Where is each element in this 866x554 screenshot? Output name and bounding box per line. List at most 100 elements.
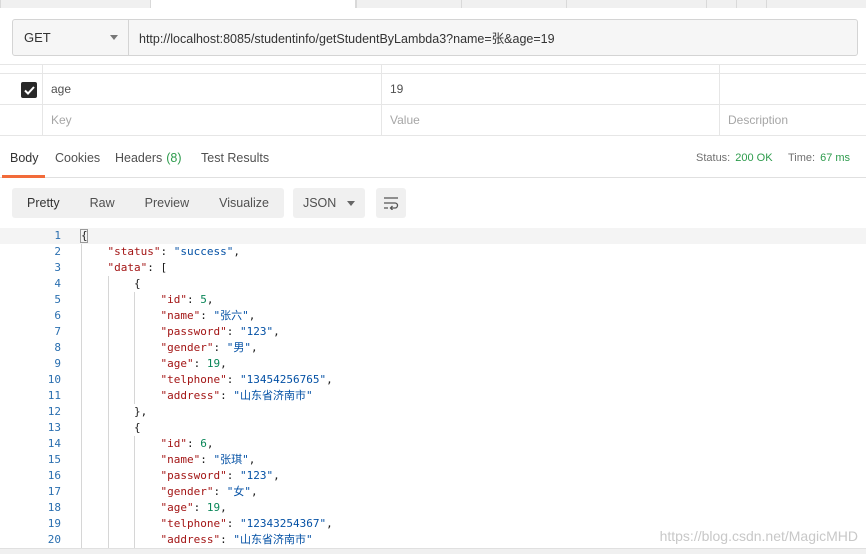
indent-guide bbox=[134, 388, 135, 404]
code-token: , bbox=[248, 309, 256, 322]
request-tab[interactable] bbox=[356, 0, 461, 8]
param-value-cell[interactable]: 19 bbox=[381, 74, 720, 104]
indent-guide bbox=[134, 340, 135, 356]
response-view-toolbar: Pretty Raw Preview Visualize JSON bbox=[12, 188, 406, 218]
param-description-cell[interactable] bbox=[719, 74, 866, 104]
status-value[interactable]: 200 OK bbox=[735, 152, 772, 164]
line-number: 11 bbox=[47, 389, 61, 402]
code-text: "age": 19, bbox=[161, 356, 227, 372]
url-input[interactable]: http://localhost:8085/studentinfo/getStu… bbox=[129, 20, 857, 55]
code-token: : bbox=[226, 469, 240, 482]
param-new-row: Key Value Description bbox=[0, 105, 866, 136]
indent-guide bbox=[134, 532, 135, 548]
code-text: { bbox=[134, 420, 141, 436]
code-text: "address": "山东省济南市" bbox=[161, 388, 313, 404]
param-key-cell[interactable]: age bbox=[42, 74, 382, 104]
code-token: : bbox=[193, 501, 207, 514]
indent-guide bbox=[107, 292, 109, 308]
indent-guide bbox=[81, 452, 82, 468]
code-token: , bbox=[248, 453, 256, 466]
indent-guide bbox=[107, 372, 109, 388]
view-mode-raw[interactable]: Raw bbox=[75, 188, 130, 218]
line-number: 12 bbox=[47, 405, 61, 418]
code-token: , bbox=[220, 501, 227, 514]
status-label: Status: bbox=[696, 151, 731, 164]
code-line: 3 "data": [ bbox=[0, 260, 866, 276]
param-key-placeholder[interactable]: Key bbox=[42, 105, 382, 135]
line-number: 13 bbox=[47, 421, 61, 434]
code-token: : bbox=[220, 533, 234, 546]
param-value-placeholder[interactable]: Value bbox=[381, 105, 720, 135]
method-select[interactable]: GET bbox=[13, 20, 129, 55]
code-line: 11 "address": "山东省济南市" bbox=[0, 388, 866, 404]
code-text: "id": 5, bbox=[161, 292, 214, 308]
param-description-placeholder[interactable]: Description bbox=[719, 105, 866, 135]
tab-headers[interactable]: Headers (8) bbox=[115, 137, 182, 178]
code-token: 6 bbox=[200, 437, 207, 450]
code-text: "password": "123", bbox=[161, 324, 280, 340]
code-token: "address" bbox=[160, 533, 221, 546]
check-icon bbox=[23, 85, 35, 95]
request-tab[interactable] bbox=[766, 0, 866, 8]
code-token: , bbox=[273, 469, 280, 482]
format-select[interactable]: JSON bbox=[292, 188, 365, 218]
tab-cookies-label: Cookies bbox=[55, 150, 101, 165]
code-token: "name" bbox=[160, 309, 201, 322]
code-line: 12}, bbox=[0, 404, 866, 420]
view-mode-visualize[interactable]: Visualize bbox=[204, 188, 284, 218]
indent-guide bbox=[107, 516, 109, 532]
code-line: 17 "gender": "女", bbox=[0, 484, 866, 500]
indent-guide bbox=[134, 308, 135, 324]
code-token: , bbox=[326, 373, 333, 386]
response-time: Time: 67 ms bbox=[788, 137, 850, 178]
indent-guide bbox=[81, 388, 82, 404]
code-token: , bbox=[220, 357, 227, 370]
code-text: "name": "张六", bbox=[161, 308, 256, 324]
request-tab[interactable] bbox=[566, 0, 706, 8]
time-value[interactable]: 67 ms bbox=[820, 152, 850, 164]
code-line: 16 "password": "123", bbox=[0, 468, 866, 484]
request-tab[interactable] bbox=[706, 0, 736, 8]
line-number: 4 bbox=[54, 277, 61, 290]
request-tab-active[interactable] bbox=[150, 0, 356, 8]
param-checkbox[interactable] bbox=[21, 82, 37, 98]
response-tabs: Body Cookies Headers (8) Test Results St… bbox=[0, 137, 866, 178]
request-tab[interactable] bbox=[461, 0, 566, 8]
tab-cookies[interactable]: Cookies bbox=[55, 137, 100, 178]
indent-guide bbox=[134, 324, 135, 340]
indent-guide bbox=[81, 340, 82, 356]
code-token: : bbox=[187, 293, 201, 306]
param-value: 19 bbox=[390, 82, 404, 96]
request-tab[interactable] bbox=[736, 0, 766, 8]
url-text: http://localhost:8085/studentinfo/getStu… bbox=[139, 32, 555, 46]
response-body-editor[interactable]: 1{2 "status": "success", 3 "data": [4{5 "id"… bbox=[0, 228, 866, 548]
indent-guide bbox=[81, 372, 82, 388]
indent-guide bbox=[134, 356, 135, 372]
line-number: 5 bbox=[54, 293, 61, 306]
code-token: "id" bbox=[160, 293, 188, 306]
code-token: : bbox=[187, 437, 201, 450]
indent-guide bbox=[134, 452, 135, 468]
code-line: 2 "status": "success", bbox=[0, 244, 866, 260]
code-text: "telphone": "12343254367", bbox=[161, 516, 333, 532]
params-col-description bbox=[719, 65, 866, 73]
request-tab[interactable] bbox=[0, 0, 150, 8]
indent-guide bbox=[81, 324, 82, 340]
tab-test-results[interactable]: Test Results bbox=[201, 137, 269, 178]
indent-guide bbox=[81, 468, 82, 484]
code-line: 18 "age": 19, bbox=[0, 500, 866, 516]
tab-headers-label: Headers bbox=[115, 150, 163, 165]
code-token: : bbox=[200, 453, 214, 466]
wrap-lines-button[interactable] bbox=[375, 188, 406, 218]
view-mode-pretty[interactable]: Pretty bbox=[12, 188, 75, 218]
method-label: GET bbox=[24, 30, 51, 45]
code-token: 19 bbox=[206, 501, 221, 514]
line-number: 16 bbox=[47, 469, 61, 482]
view-mode-preview[interactable]: Preview bbox=[130, 188, 204, 218]
code-token: : bbox=[213, 341, 227, 354]
tab-body[interactable]: Body bbox=[2, 137, 44, 178]
key-placeholder-text: Key bbox=[51, 113, 72, 127]
code-text: "address": "山东省济南市" bbox=[161, 532, 313, 548]
line-number: 3 bbox=[54, 261, 61, 274]
code-token: "山东省济南市" bbox=[233, 533, 313, 546]
